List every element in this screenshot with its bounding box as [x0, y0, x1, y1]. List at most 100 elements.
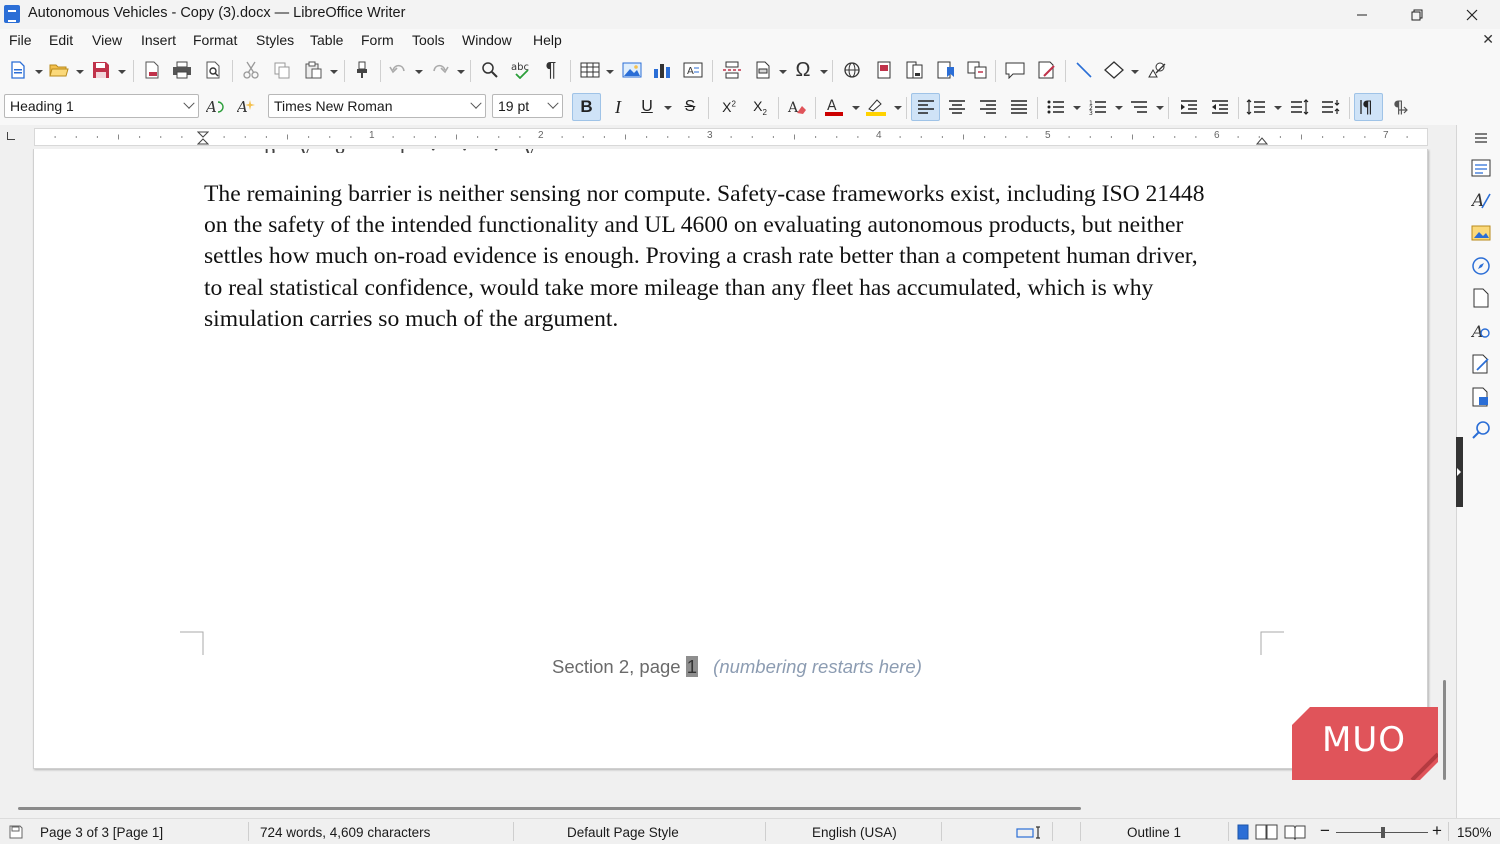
show-draw-functions-button[interactable] — [1144, 57, 1170, 83]
open-dropdown-caret[interactable] — [76, 70, 84, 74]
subscript-button[interactable]: X2 — [747, 94, 773, 120]
unordered-list-button[interactable] — [1043, 94, 1069, 120]
vertical-scrollbar[interactable] — [1436, 149, 1456, 804]
menu-file[interactable]: File — [9, 32, 32, 48]
table-dropdown-caret[interactable] — [606, 70, 614, 74]
zoom-out-button[interactable]: − — [1320, 821, 1330, 841]
export-pdf-button[interactable] — [139, 57, 165, 83]
align-right-button[interactable] — [975, 94, 1001, 120]
underline-dropdown-caret[interactable] — [664, 106, 672, 110]
book-view-icon[interactable] — [1284, 824, 1308, 840]
superscript-button[interactable]: X2 — [716, 94, 742, 120]
line-spacing-dropdown-caret[interactable] — [1274, 106, 1282, 110]
field-dropdown-caret[interactable] — [779, 70, 787, 74]
insert-field-button[interactable] — [750, 57, 776, 83]
document-canvas[interactable]: p y g , l · · · y The remaining barrier … — [0, 149, 1456, 804]
undo-dropdown-caret[interactable] — [415, 70, 423, 74]
outline-list-button[interactable] — [1126, 94, 1152, 120]
increase-indent-button[interactable] — [1176, 94, 1202, 120]
new-style-button[interactable]: A — [234, 94, 260, 120]
sidebar-design-button[interactable] — [1470, 386, 1492, 408]
menu-edit[interactable]: Edit — [49, 32, 73, 48]
body-paragraph[interactable]: The remaining barrier is neither sensing… — [204, 179, 1264, 335]
minimize-button[interactable] — [1334, 0, 1390, 29]
undo-button[interactable] — [385, 57, 411, 83]
sidebar-gallery-button[interactable] — [1470, 222, 1492, 244]
paragraph-style-combo[interactable]: Heading 1 — [4, 94, 199, 118]
save-button[interactable] — [88, 57, 114, 83]
menu-styles[interactable]: Styles — [256, 32, 294, 48]
align-center-button[interactable] — [944, 94, 970, 120]
menu-window[interactable]: Window — [462, 32, 512, 48]
close-window-button[interactable] — [1444, 0, 1500, 29]
increase-paragraph-spacing-button[interactable] — [1287, 94, 1313, 120]
numbering-dropdown-caret[interactable] — [1115, 106, 1123, 110]
save-dropdown-caret[interactable] — [118, 70, 126, 74]
basic-shapes-button[interactable] — [1101, 57, 1127, 83]
paste-dropdown-caret[interactable] — [330, 70, 338, 74]
insert-mode-icon[interactable] — [1016, 826, 1044, 839]
special-char-dropdown-caret[interactable] — [820, 70, 828, 74]
language-status[interactable]: English (USA) — [812, 825, 897, 840]
page-footer[interactable]: Section 2, page 1 (numbering restarts he… — [552, 656, 922, 678]
clear-formatting-button[interactable]: A — [784, 94, 810, 120]
page-style-status[interactable]: Default Page Style — [567, 825, 679, 840]
formatting-marks-button[interactable]: ¶ — [538, 57, 564, 83]
chevron-down-icon[interactable] — [180, 95, 198, 117]
line-spacing-button[interactable] — [1243, 94, 1269, 120]
zoom-slider-thumb[interactable] — [1381, 827, 1385, 838]
new-document-button[interactable] — [5, 57, 31, 83]
menu-format[interactable]: Format — [193, 32, 237, 48]
insert-chart-button[interactable] — [649, 57, 675, 83]
font-name-combo[interactable]: Times New Roman — [268, 94, 486, 118]
tab-stop-icon[interactable] — [7, 132, 15, 140]
print-preview-button[interactable] — [200, 57, 226, 83]
font-color-dropdown-caret[interactable] — [852, 106, 860, 110]
outline-dropdown-caret[interactable] — [1156, 106, 1164, 110]
insert-bookmark-button[interactable] — [933, 57, 959, 83]
underline-button[interactable]: U — [634, 94, 660, 120]
sidebar-find-button[interactable] — [1470, 419, 1492, 441]
page-number-field[interactable]: 1 — [685, 656, 699, 677]
insert-cross-reference-button[interactable] — [964, 57, 990, 83]
zoom-level[interactable]: 150% — [1457, 825, 1492, 840]
sidebar-properties-button[interactable] — [1470, 157, 1492, 179]
insert-endnote-button[interactable] — [902, 57, 928, 83]
multi-page-view-icon[interactable] — [1255, 824, 1279, 840]
insert-footnote-button[interactable] — [871, 57, 897, 83]
clone-formatting-button[interactable] — [349, 57, 375, 83]
menu-tools[interactable]: Tools — [412, 32, 445, 48]
word-count-status[interactable]: 724 words, 4,609 characters — [260, 825, 430, 840]
cut-button[interactable] — [238, 57, 264, 83]
sidebar-manage-changes-button[interactable] — [1470, 353, 1492, 375]
sidebar-styles-button[interactable]: A — [1470, 189, 1492, 211]
bullet-dropdown-caret[interactable] — [1073, 106, 1081, 110]
sidebar-style-inspector-button[interactable]: A — [1470, 320, 1492, 342]
track-changes-button[interactable] — [1034, 57, 1060, 83]
font-size-combo[interactable]: 19 pt — [492, 94, 563, 118]
new-dropdown-caret[interactable] — [35, 70, 43, 74]
restore-button[interactable] — [1389, 0, 1445, 29]
redo-button[interactable] — [427, 57, 453, 83]
find-replace-button[interactable] — [477, 57, 503, 83]
horizontal-ruler[interactable]: 1 2 3 4 5 6 7 — [34, 128, 1428, 146]
single-page-view-icon[interactable] — [1236, 824, 1250, 840]
horizontal-scroll-thumb[interactable] — [18, 807, 1081, 810]
page-number-status[interactable]: Page 3 of 3 [Page 1] — [40, 825, 163, 840]
font-color-button[interactable]: A — [821, 94, 847, 120]
left-to-right-button[interactable]: ¶ — [1354, 93, 1383, 121]
open-button[interactable] — [46, 57, 72, 83]
insert-image-button[interactable] — [619, 57, 645, 83]
redo-dropdown-caret[interactable] — [457, 70, 465, 74]
print-button[interactable] — [169, 57, 195, 83]
strikethrough-button[interactable]: S — [677, 94, 703, 120]
right-indent-marker[interactable] — [1256, 135, 1268, 145]
ordered-list-button[interactable]: 123 — [1085, 94, 1111, 120]
bold-button[interactable]: B — [572, 93, 601, 121]
menu-view[interactable]: View — [92, 32, 122, 48]
highlight-dropdown-caret[interactable] — [894, 106, 902, 110]
decrease-paragraph-spacing-button[interactable] — [1318, 94, 1344, 120]
left-indent-marker[interactable] — [197, 131, 209, 145]
chevron-down-icon[interactable] — [467, 95, 485, 117]
insert-comment-button[interactable] — [1002, 57, 1028, 83]
